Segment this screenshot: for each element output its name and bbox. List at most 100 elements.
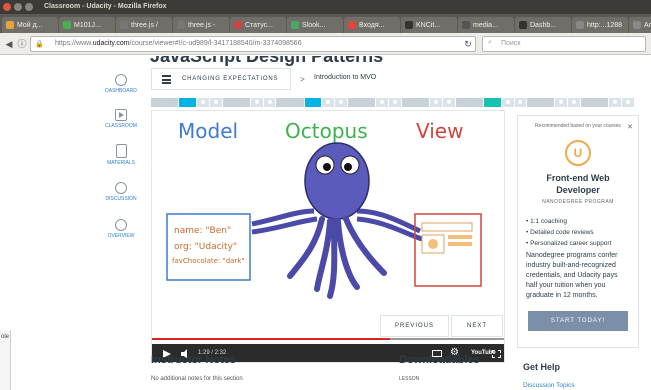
progress-segment[interactable] [322, 98, 335, 107]
fullscreen-icon[interactable] [492, 350, 501, 358]
menu-icon [162, 75, 171, 84]
progress-segment[interactable] [389, 98, 401, 107]
browser-tab[interactable]: Статус... [230, 17, 286, 33]
progress-segment[interactable] [514, 98, 527, 107]
browser-tab[interactable]: three.js - [173, 17, 229, 33]
minimize-window-button[interactable] [14, 3, 22, 11]
nanodegree-recommendation-card: Recommended based on your courses ✕ U Fr… [517, 115, 639, 348]
previous-button[interactable]: PREVIOUS [380, 315, 449, 337]
window-controls [3, 3, 33, 11]
octopus-drawing [251, 142, 423, 299]
sidebar-label: DISCUSSION [105, 196, 137, 202]
get-help-heading: Get Help [523, 362, 561, 372]
info-icon [115, 219, 127, 231]
progress-segment[interactable] [401, 98, 429, 107]
progress-segment[interactable] [568, 98, 581, 107]
favicon-icon [576, 21, 584, 29]
progress-segment[interactable] [609, 98, 622, 107]
offscreen-panel-edge: ole [0, 330, 11, 390]
progress-segment[interactable] [179, 98, 196, 107]
browser-tab[interactable]: three.js / [116, 17, 172, 33]
course-title: JavaScript Design Patterns [150, 56, 384, 66]
program-name: Front-end Web Developer [518, 172, 638, 196]
favicon-icon [63, 21, 71, 29]
dashboard-icon [115, 74, 127, 86]
udacity-classroom-page: JavaScript Design Patterns DASHBOARD CLA… [0, 56, 651, 390]
feature-item: 1:1 coaching [526, 218, 638, 225]
progress-segment[interactable] [197, 98, 209, 107]
url-scheme: https://www. [55, 40, 93, 47]
view-label: View [416, 119, 463, 143]
progress-segment[interactable] [348, 98, 376, 107]
tab-label: Angular G... [644, 21, 651, 29]
favicon-icon [519, 21, 527, 29]
progress-segment[interactable] [263, 98, 276, 107]
sidebar-label: MATERIALS [107, 160, 135, 166]
favicon-icon [291, 21, 299, 29]
url-bar[interactable]: 🔒 https://www.udacity.com/course/viewer#… [30, 36, 476, 52]
progress-segment[interactable] [555, 98, 568, 107]
close-icon[interactable]: ✕ [627, 123, 633, 131]
chevron-right-icon: > [300, 75, 305, 84]
favicon-icon [348, 21, 356, 29]
view-box [414, 213, 482, 287]
progress-segment[interactable] [501, 98, 514, 107]
reload-icon[interactable]: ↻ [461, 37, 475, 51]
progress-segment[interactable] [222, 98, 250, 107]
progress-segment[interactable] [151, 98, 179, 107]
sidebar-item-dashboard[interactable]: DASHBOARD [100, 74, 142, 94]
navigation-toolbar: ◀ ⓘ 🔒 https://www.udacity.com/course/vie… [0, 33, 651, 55]
window-title: Classroom - Udacity - Mozilla Firefox [44, 3, 167, 10]
program-pitch: Nanodegree programs confer industry buil… [526, 252, 618, 299]
forward-button[interactable]: ⓘ [15, 37, 29, 51]
start-today-button[interactable]: START TODAY! [528, 311, 628, 331]
progress-segment[interactable] [455, 98, 483, 107]
progress-segment[interactable] [276, 98, 304, 107]
browser-tab[interactable]: Slook... [287, 17, 343, 33]
back-button[interactable]: ◀ [2, 37, 16, 51]
progress-segment[interactable] [483, 98, 501, 107]
search-icon: ⌕ [488, 39, 492, 46]
model-box: name: "Ben" org: "Udacity" favChocolate:… [166, 213, 251, 281]
feature-item: Detailed code reviews [526, 229, 638, 236]
url-path: /course/viewer#!/c-ud989/l-3417188540/m-… [129, 40, 302, 47]
progress-segment[interactable] [442, 98, 455, 107]
sidebar-item-overview[interactable]: OVERVIEW [100, 219, 142, 239]
favicon-icon [6, 21, 14, 29]
feature-item: Personalized career support [526, 240, 638, 247]
progress-segment[interactable] [376, 98, 389, 107]
progress-segment[interactable] [304, 98, 322, 107]
maximize-window-button[interactable] [25, 3, 33, 11]
next-button[interactable]: NEXT [451, 315, 503, 337]
sidebar-item-classroom[interactable]: CLASSROOM [100, 109, 142, 129]
browser-tab[interactable]: KNCit... [401, 17, 457, 33]
code-line-1: name: "Ben" [174, 226, 231, 236]
tab-label: Мой д... [17, 21, 43, 29]
progress-segment[interactable] [527, 98, 555, 107]
lesson-menu-button[interactable]: CHANGING EXPECTATIONS [151, 68, 291, 90]
program-kind: NANODEGREE PROGRAM [542, 199, 614, 205]
browser-tab[interactable]: Входя... [344, 17, 400, 33]
browser-tab[interactable]: media... [458, 17, 514, 33]
progress-segment[interactable] [335, 98, 348, 107]
browser-tab[interactable]: Мой д... [2, 17, 58, 33]
octopus-label: Octopus [285, 119, 368, 143]
search-input[interactable]: ⌕ Поиск [482, 36, 646, 52]
progress-segment[interactable] [209, 98, 222, 107]
progress-segment[interactable] [429, 98, 442, 107]
browser-tab[interactable]: M101J... [59, 17, 115, 33]
progress-segment[interactable] [581, 98, 609, 107]
browser-tab[interactable]: Dashb... [515, 17, 571, 33]
tab-label: Slook... [302, 21, 326, 29]
close-window-button[interactable] [3, 3, 11, 11]
sidebar-item-materials[interactable]: MATERIALS [100, 144, 142, 166]
progress-segment[interactable] [250, 98, 263, 107]
discussion-topics-link[interactable]: Discussion Topics [523, 382, 575, 389]
sidebar-item-discussion[interactable]: DISCUSSION [100, 182, 142, 202]
url-host: udacity.com [92, 40, 130, 47]
sidebar-label: CLASSROOM [105, 123, 137, 129]
browser-tab[interactable]: http:...1288 [572, 17, 628, 33]
progress-segment[interactable] [622, 98, 634, 107]
lesson-progress-bar [151, 98, 634, 107]
browser-tab[interactable]: Angular G... [629, 17, 651, 33]
